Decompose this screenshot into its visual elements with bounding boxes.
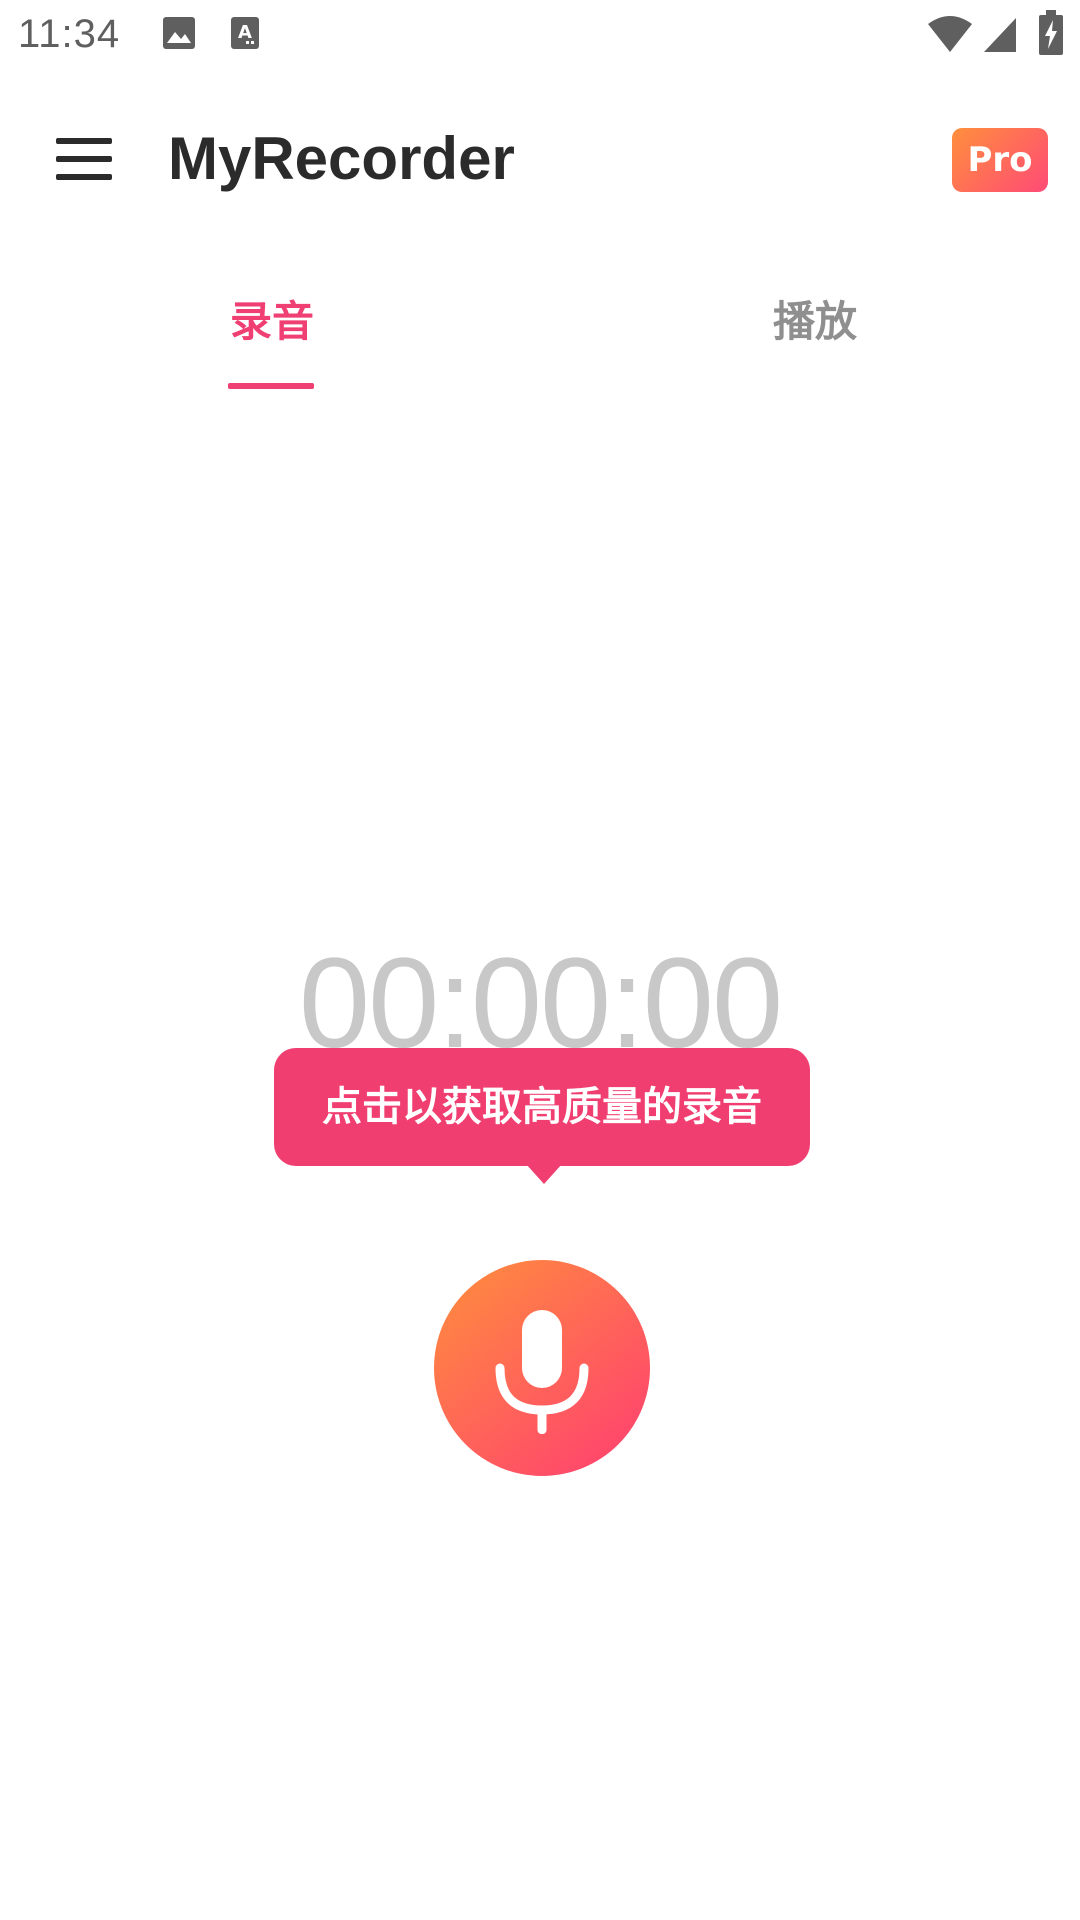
tab-record[interactable]: 录音 <box>230 288 314 349</box>
tab-playback[interactable]: 播放 <box>773 288 857 349</box>
recorder-screen: 11:34 A MyRecorder Pro 录音 播放 00:00:00 点击… <box>0 0 1080 1920</box>
pro-button[interactable]: Pro <box>952 128 1048 192</box>
svg-text:A: A <box>238 22 252 43</box>
hamburger-menu-icon[interactable] <box>56 138 112 180</box>
status-time: 11:34 <box>18 12 121 56</box>
tab-bar: 录音 播放 <box>0 270 1080 390</box>
text-a-icon: A <box>231 17 259 49</box>
battery-charging-icon <box>1039 10 1063 55</box>
signal-icon <box>984 18 1016 52</box>
record-tooltip: 点击以获取高质量的录音 <box>274 1048 810 1166</box>
tab-indicator <box>228 383 314 389</box>
tooltip-arrow <box>526 1164 562 1184</box>
image-icon <box>163 17 195 49</box>
app-title: MyRecorder <box>168 125 515 192</box>
app-bar: MyRecorder Pro <box>0 88 1080 228</box>
record-button[interactable] <box>434 1260 650 1476</box>
microphone-icon <box>495 1310 589 1434</box>
wifi-icon <box>928 16 972 52</box>
status-bar: 11:34 A <box>0 0 1080 72</box>
